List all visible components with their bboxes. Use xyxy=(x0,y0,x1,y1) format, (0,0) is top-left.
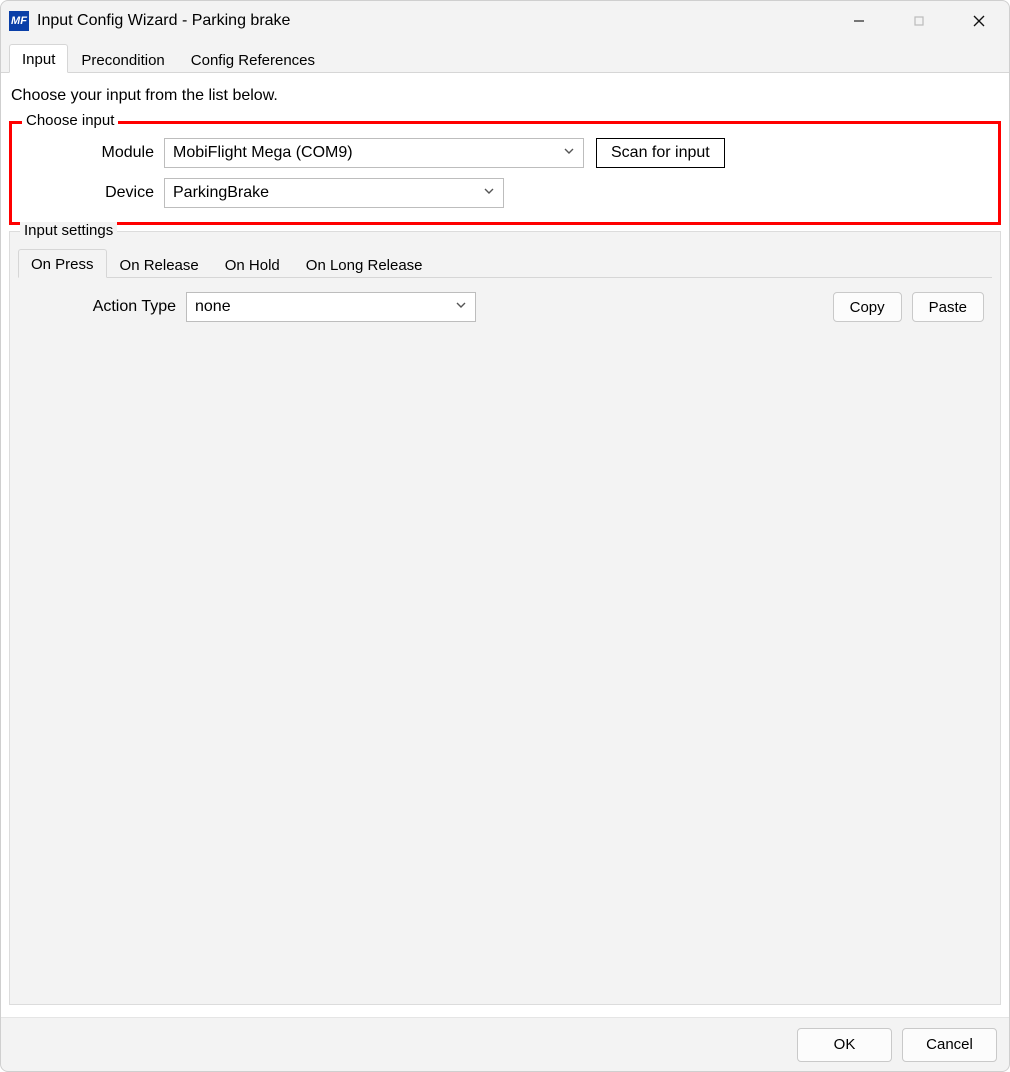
copy-button[interactable]: Copy xyxy=(833,292,902,322)
intro-text: Choose your input from the list below. xyxy=(11,87,1001,105)
tab-input[interactable]: Input xyxy=(9,44,68,73)
tab-on-release[interactable]: On Release xyxy=(107,250,212,278)
input-settings-group: Input settings On Press On Release On Ho… xyxy=(9,231,1001,1005)
titlebar: MF Input Config Wizard - Parking brake xyxy=(1,1,1009,41)
module-row: Module MobiFlight Mega (COM9) Scan for i… xyxy=(24,138,986,168)
scan-for-input-button[interactable]: Scan for input xyxy=(596,138,725,168)
app-icon: MF xyxy=(9,11,29,31)
tab-on-hold[interactable]: On Hold xyxy=(212,250,293,278)
maximize-button[interactable] xyxy=(889,1,949,41)
window-title: Input Config Wizard - Parking brake xyxy=(37,12,290,30)
close-button[interactable] xyxy=(949,1,1009,41)
tab-precondition[interactable]: Precondition xyxy=(68,45,177,73)
on-press-panel: Action Type none Copy Paste xyxy=(18,278,992,336)
input-settings-legend: Input settings xyxy=(20,222,117,239)
input-settings-tabs: On Press On Release On Hold On Long Rele… xyxy=(18,246,992,278)
footer: OK Cancel xyxy=(1,1017,1009,1071)
choose-input-group: Choose input Module MobiFlight Mega (COM… xyxy=(9,121,1001,225)
window-controls xyxy=(829,1,1009,41)
action-type-select[interactable]: none xyxy=(186,292,476,322)
maximize-icon xyxy=(913,15,925,27)
close-icon xyxy=(972,14,986,28)
ok-button[interactable]: OK xyxy=(797,1028,892,1062)
tab-on-press[interactable]: On Press xyxy=(18,249,107,278)
action-type-label: Action Type xyxy=(26,298,186,316)
tab-config-references[interactable]: Config References xyxy=(178,45,328,73)
tab-on-long-release[interactable]: On Long Release xyxy=(293,250,436,278)
chevron-down-icon xyxy=(563,144,575,162)
module-select[interactable]: MobiFlight Mega (COM9) xyxy=(164,138,584,168)
cancel-button[interactable]: Cancel xyxy=(902,1028,997,1062)
device-label: Device xyxy=(24,184,164,202)
minimize-button[interactable] xyxy=(829,1,889,41)
action-type-value: none xyxy=(195,298,231,316)
top-tabs: Input Precondition Config References xyxy=(1,41,1009,73)
module-label: Module xyxy=(24,144,164,162)
paste-button[interactable]: Paste xyxy=(912,292,984,322)
window: MF Input Config Wizard - Parking brake I… xyxy=(0,0,1010,1072)
device-row: Device ParkingBrake xyxy=(24,178,986,208)
module-value: MobiFlight Mega (COM9) xyxy=(173,144,353,162)
choose-input-legend: Choose input xyxy=(22,112,118,129)
minimize-icon xyxy=(853,15,865,27)
chevron-down-icon xyxy=(455,298,467,316)
chevron-down-icon xyxy=(483,184,495,202)
device-select[interactable]: ParkingBrake xyxy=(164,178,504,208)
device-value: ParkingBrake xyxy=(173,184,269,202)
content: Choose your input from the list below. C… xyxy=(1,73,1009,1017)
